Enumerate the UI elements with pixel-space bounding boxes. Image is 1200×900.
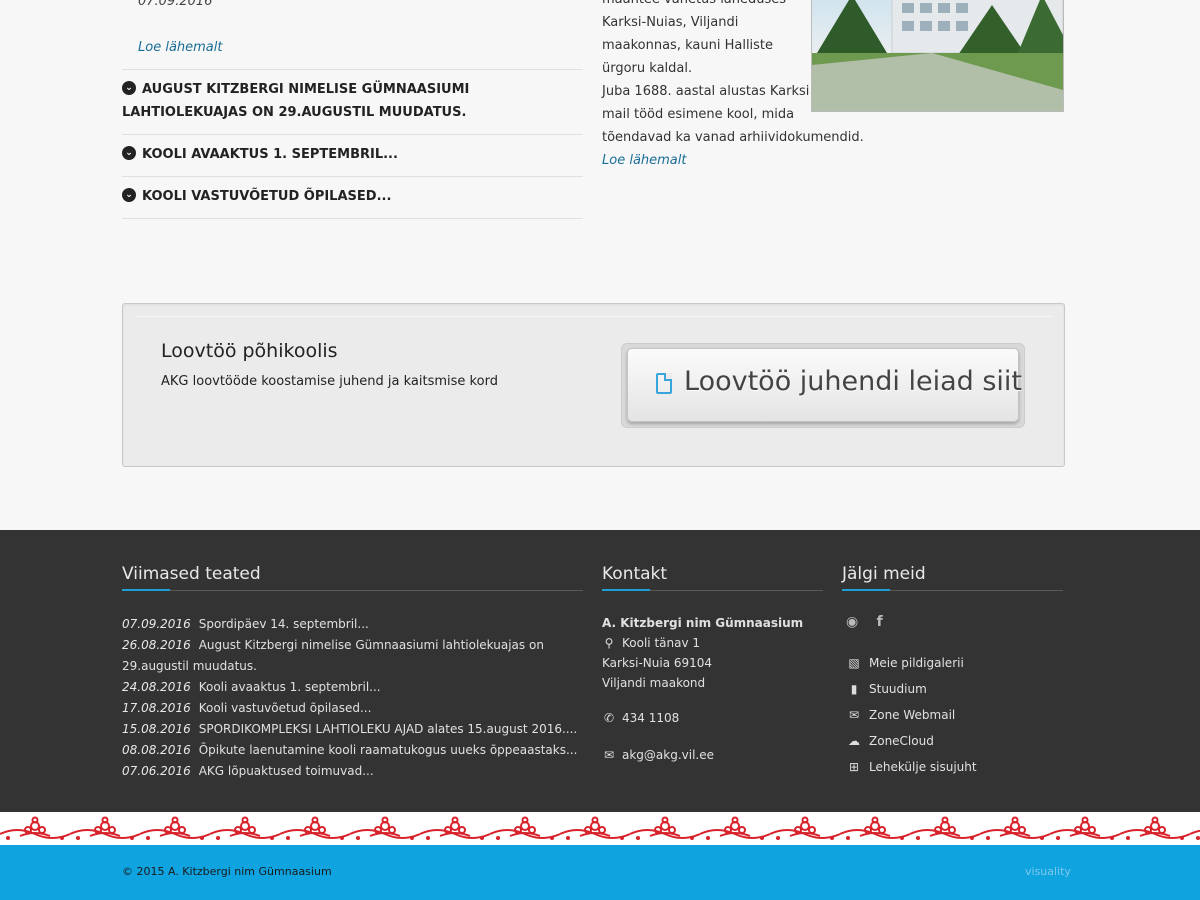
phone-icon: ✆ [603, 711, 615, 725]
news-item-link[interactable]: Kooli vastuvõetud õpilased... [199, 701, 372, 715]
follow-link[interactable]: ⊞ Lehekülje sisujuht [845, 754, 1065, 780]
image-icon: ▧ [848, 656, 860, 670]
news-item-date: 26.08.2016 [122, 638, 191, 652]
news-item[interactable]: 07.06.2016 AKG lõpuaktused toimuvad... [122, 761, 583, 782]
about-read-more-link[interactable]: Loe lähemalt [602, 153, 686, 168]
banner-subtitle: AKG loovtööde koostamise juhend ja kaits… [161, 374, 498, 389]
phone-number: 434 1108 [622, 711, 680, 725]
follow-link[interactable]: ✉ Zone Webmail [845, 702, 1065, 728]
sitemap-link[interactable]: Lehekülje sisujuht [869, 760, 977, 774]
news-item[interactable]: 17.08.2016 Kooli vastuvõetud õpilased... [122, 698, 583, 719]
news-item-link[interactable]: SPORDIKOMPLEKSI LAHTIOLEKU AJAD alates 1… [199, 722, 578, 736]
file-icon [656, 373, 672, 394]
news-item-date: 07.06.2016 [122, 764, 191, 778]
heading-accent [602, 589, 650, 591]
follow-link[interactable]: ☁ ZoneCloud [845, 728, 1065, 754]
news-item-date: 17.08.2016 [122, 701, 191, 715]
county: Viljandi maakond [602, 676, 706, 690]
email-link[interactable]: akg@akg.vil.ee [622, 748, 714, 762]
heading-accent [842, 589, 890, 591]
chevron-down-icon: ⌄ [122, 81, 136, 95]
school-photo [811, 0, 1064, 112]
accordion-title: KOOLI VASTUVÕETUD ÕPILASED... [142, 189, 392, 204]
news-item-date: 15.08.2016 [122, 722, 191, 736]
designer-credit-link[interactable]: visuality [1025, 865, 1071, 878]
news-item[interactable]: 15.08.2016 SPORDIKOMPLEKSI LAHTIOLEKU AJA… [122, 719, 583, 740]
bookmark-icon: ▮ [850, 682, 858, 696]
follow-link[interactable]: ▮ Stuudium [845, 676, 1065, 702]
chevron-down-icon: ⌄ [122, 188, 136, 202]
social-icons: ◉ f [846, 614, 883, 630]
accordion-item-3[interactable]: ⌄ KOOLI VASTUVÕETUD ÕPILASED... [122, 176, 583, 216]
school-name: A. Kitzbergi nim Gümnaasium [602, 616, 804, 630]
news-item-link[interactable]: Spordipäev 14. septembril... [199, 617, 369, 631]
news-item-date: 24.08.2016 [122, 680, 191, 694]
zonecloud-link[interactable]: ZoneCloud [869, 734, 934, 748]
heading-divider [122, 590, 583, 591]
banner-title: Loovtöö põhikoolis [161, 340, 338, 362]
latest-news-list: 07.09.2016 Spordipäev 14. septembril... 2… [122, 614, 583, 782]
creative-work-guide-button-label[interactable]: Loovtöö juhendi leiad siit [684, 366, 1022, 397]
news-item[interactable]: 07.09.2016 Spordipäev 14. septembril... [122, 614, 583, 635]
follow-links: ▧ Meie pildigalerii ▮ Stuudium ✉ Zone Webma… [845, 650, 1065, 780]
news-item-link[interactable]: Kooli avaaktus 1. septembril... [199, 680, 381, 694]
follow-heading: Jälgi meid [842, 564, 926, 584]
envelope-icon: ✉ [603, 748, 615, 762]
accordion-bottom-divider [122, 218, 583, 219]
news-item-link[interactable]: Õpikute laenutamine kooli raamatukogus u… [199, 743, 578, 757]
accordion-item-1[interactable]: ⌄ AUGUST KITZBERGI NIMELISE GÜMNAASIUMI L… [122, 69, 583, 132]
folk-pattern-strip [0, 812, 1200, 846]
cloud-icon: ☁ [848, 734, 860, 748]
city: Karksi-Nuia 69104 [602, 656, 713, 670]
street-address: Kooli tänav 1 [622, 636, 701, 650]
stuudium-link[interactable]: Stuudium [869, 682, 927, 696]
map-marker-icon: ⚲ [604, 636, 614, 650]
rss-icon[interactable]: ◉ [846, 614, 858, 630]
latest-news-heading: Viimased teated [122, 564, 261, 584]
facebook-icon[interactable]: f [877, 614, 883, 630]
banner-divider [135, 316, 1052, 317]
sitemap-icon: ⊞ [848, 760, 860, 774]
news-item-date: 08.08.2016 [122, 743, 191, 757]
news-item[interactable]: 24.08.2016 Kooli avaaktus 1. septembril..… [122, 677, 583, 698]
news-item[interactable]: 08.08.2016 Õpikute laenutamine kooli raam… [122, 740, 583, 761]
follow-link[interactable]: ▧ Meie pildigalerii [845, 650, 1065, 676]
copyright: © 2015 A. Kitzbergi nim Gümnaasium [122, 865, 332, 878]
contact-block: A. Kitzbergi nim Gümnaasium ⚲ Kooli tänav… [602, 613, 832, 765]
news-date: 07.09.2016 [138, 0, 213, 9]
webmail-link[interactable]: Zone Webmail [869, 708, 955, 722]
news-item[interactable]: 26.08.2016 August Kitzbergi nimelise Gümn… [122, 635, 583, 677]
accordion-item-2[interactable]: ⌄ KOOLI AVAAKTUS 1. SEPTEMBRIL... [122, 134, 583, 174]
accordion-title: KOOLI AVAAKTUS 1. SEPTEMBRIL... [142, 147, 398, 162]
gallery-link[interactable]: Meie pildigalerii [869, 656, 964, 670]
news-item-date: 07.09.2016 [122, 617, 191, 631]
accordion-title: AUGUST KITZBERGI NIMELISE GÜMNAASIUMI LA… [122, 82, 470, 120]
chevron-down-icon: ⌄ [122, 146, 136, 160]
contact-heading: Kontakt [602, 564, 668, 584]
about-line: tõendavad ka vanad arhiividokumendid. [602, 130, 864, 145]
heading-accent [122, 589, 170, 591]
news-item-link[interactable]: AKG lõpuaktused toimuvad... [199, 764, 374, 778]
news-read-more-link[interactable]: Loe lähemalt [138, 40, 222, 55]
envelope-icon: ✉ [848, 708, 860, 722]
